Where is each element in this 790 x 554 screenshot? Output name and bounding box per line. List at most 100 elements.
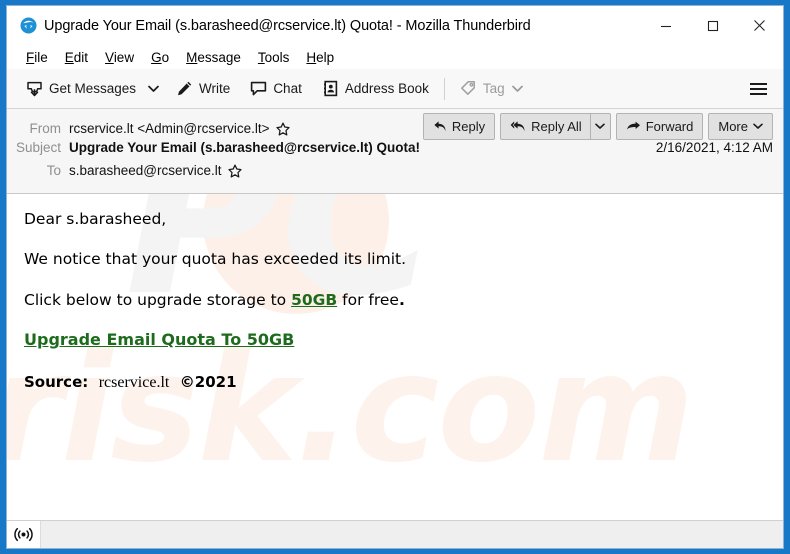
menu-help-rest: elp — [316, 49, 335, 65]
address-book-button[interactable]: Address Book — [315, 74, 436, 104]
menu-go-rest: o — [161, 49, 170, 65]
cta-paragraph: Upgrade Email Quota To 50GB — [24, 330, 765, 350]
email-click-line: Click below to upgrade storage to 50GB f… — [24, 291, 765, 310]
menu-bar: File Edit View Go Message Tools Help — [7, 45, 783, 69]
menu-help-accel: H — [306, 49, 317, 65]
menu-view-rest: iew — [113, 49, 135, 65]
message-header-pane: From rcservice.lt <Admin@rcservice.lt> R… — [7, 109, 783, 194]
write-label: Write — [199, 81, 231, 96]
download-inbox-icon — [26, 80, 43, 97]
menu-edit-rest: dit — [73, 49, 89, 65]
subject-row: Subject Upgrade Your Email (s.barasheed@… — [7, 140, 783, 163]
reply-button[interactable]: Reply — [422, 113, 496, 140]
reply-all-split-button: Reply All — [500, 113, 611, 140]
reply-all-dropdown[interactable] — [591, 114, 610, 139]
status-text-area — [41, 521, 783, 548]
tag-button[interactable]: Tag — [453, 74, 530, 104]
menu-edit[interactable]: Edit — [57, 49, 96, 66]
reply-all-arrow-icon — [510, 120, 526, 133]
storage-size-highlight: 50GB — [291, 290, 338, 309]
email-greeting: Dear s.barasheed, — [24, 210, 167, 228]
write-button[interactable]: Write — [169, 74, 237, 104]
menu-tools-rest: ools — [264, 49, 290, 65]
thunderbird-screenshot: Upgrade Your Email (s.barasheed@rcservic… — [0, 0, 790, 554]
from-value: rcservice.lt <Admin@rcservice.lt> — [69, 121, 290, 136]
subject-value: Upgrade Your Email (s.barasheed@rcservic… — [69, 140, 421, 155]
message-body-pane: PC risk.com Dear s.barasheed, We notice … — [7, 194, 783, 520]
menu-help[interactable]: Help — [298, 49, 342, 66]
menu-go-accel: G — [151, 49, 162, 65]
click-line-prefix: Click below to upgrade storage to — [24, 290, 292, 309]
hamburger-bar-1 — [749, 82, 767, 85]
tag-chevron-down-icon — [511, 85, 523, 93]
chat-bubble-icon — [250, 80, 267, 97]
menu-go[interactable]: Go — [143, 49, 177, 66]
more-button[interactable]: More — [708, 113, 773, 140]
subject-label: Subject — [15, 140, 61, 155]
broadcast-online-icon[interactable] — [7, 521, 41, 548]
address-book-icon — [322, 80, 339, 97]
thunderbird-icon — [20, 17, 37, 34]
from-label: From — [29, 121, 62, 136]
message-date: 2/16/2021, 4:12 AM — [655, 140, 773, 155]
hamburger-menu-icon[interactable] — [743, 74, 773, 104]
menu-message-rest: essage — [197, 49, 241, 65]
chat-label: Chat — [273, 81, 302, 96]
menu-tools-accel: T — [257, 49, 265, 65]
email-notice-line: We notice that your quota has exceeded i… — [24, 250, 407, 269]
chat-button[interactable]: Chat — [243, 74, 309, 104]
get-messages-dropdown[interactable] — [143, 74, 163, 104]
toolbar-separator — [443, 77, 445, 100]
menu-view-accel: V — [105, 49, 114, 65]
from-address: rcservice.lt <Admin@rcservice.lt> — [69, 121, 270, 136]
menu-file-accel: F — [26, 49, 35, 65]
click-line-suffix: for free — [337, 290, 399, 309]
from-star-outline-icon[interactable] — [275, 121, 290, 136]
menu-file-rest: ile — [34, 49, 48, 65]
forward-button[interactable]: Forward — [615, 113, 704, 140]
hamburger-bar-3 — [749, 92, 767, 95]
email-body-content: Dear s.barasheed, We notice that your qu… — [7, 194, 783, 392]
email-source-line: Source: rcservice.lt ©2021 — [24, 373, 765, 392]
thunderbird-window: Upgrade Your Email (s.barasheed@rcservic… — [6, 5, 784, 549]
status-bar — [7, 520, 783, 548]
forward-arrow-icon — [626, 121, 641, 133]
menu-message-accel: M — [186, 49, 198, 65]
address-book-label: Address Book — [344, 81, 429, 96]
tag-icon — [460, 80, 477, 97]
more-label: More — [718, 119, 748, 134]
reply-all-label: Reply All — [531, 119, 582, 134]
title-bar: Upgrade Your Email (s.barasheed@rcservic… — [7, 6, 783, 45]
menu-edit-accel: E — [64, 49, 74, 65]
menu-message[interactable]: Message — [178, 49, 249, 66]
hamburger-bar-2 — [749, 87, 767, 90]
minimize-button[interactable] — [642, 6, 689, 45]
window-title: Upgrade Your Email (s.barasheed@rcservic… — [44, 17, 531, 34]
get-messages-button[interactable]: Get Messages — [19, 74, 143, 104]
window-controls — [642, 6, 783, 45]
source-copyright: ©2021 — [179, 372, 237, 391]
to-address: s.barasheed@rcservice.lt — [69, 163, 222, 178]
maximize-button[interactable] — [689, 6, 736, 45]
source-label: Source: — [24, 372, 89, 391]
reply-arrow-icon — [433, 120, 447, 133]
upgrade-quota-link[interactable]: Upgrade Email Quota To 50GB — [24, 330, 294, 349]
get-messages-label: Get Messages — [49, 81, 137, 96]
close-button[interactable] — [736, 6, 783, 45]
from-row: From rcservice.lt <Admin@rcservice.lt> R… — [7, 113, 783, 140]
more-chevron-down-icon — [753, 123, 763, 130]
message-actions: Reply Reply All Forward More — [422, 113, 773, 140]
main-toolbar: Get Messages Write Chat Address Book Tag — [7, 69, 783, 109]
to-row: To s.barasheed@rcservice.lt — [7, 163, 783, 186]
menu-tools[interactable]: Tools — [250, 49, 298, 66]
source-domain: rcservice.lt — [98, 373, 170, 391]
to-label: To — [46, 163, 61, 178]
click-line-period: . — [398, 290, 405, 309]
reply-label: Reply — [451, 119, 486, 134]
reply-all-button[interactable]: Reply All — [501, 114, 590, 139]
menu-view[interactable]: View — [97, 49, 142, 66]
to-value: s.barasheed@rcservice.lt — [69, 163, 242, 178]
menu-file[interactable]: File — [18, 49, 56, 66]
to-star-outline-icon[interactable] — [227, 163, 242, 178]
forward-label: Forward — [645, 119, 694, 134]
